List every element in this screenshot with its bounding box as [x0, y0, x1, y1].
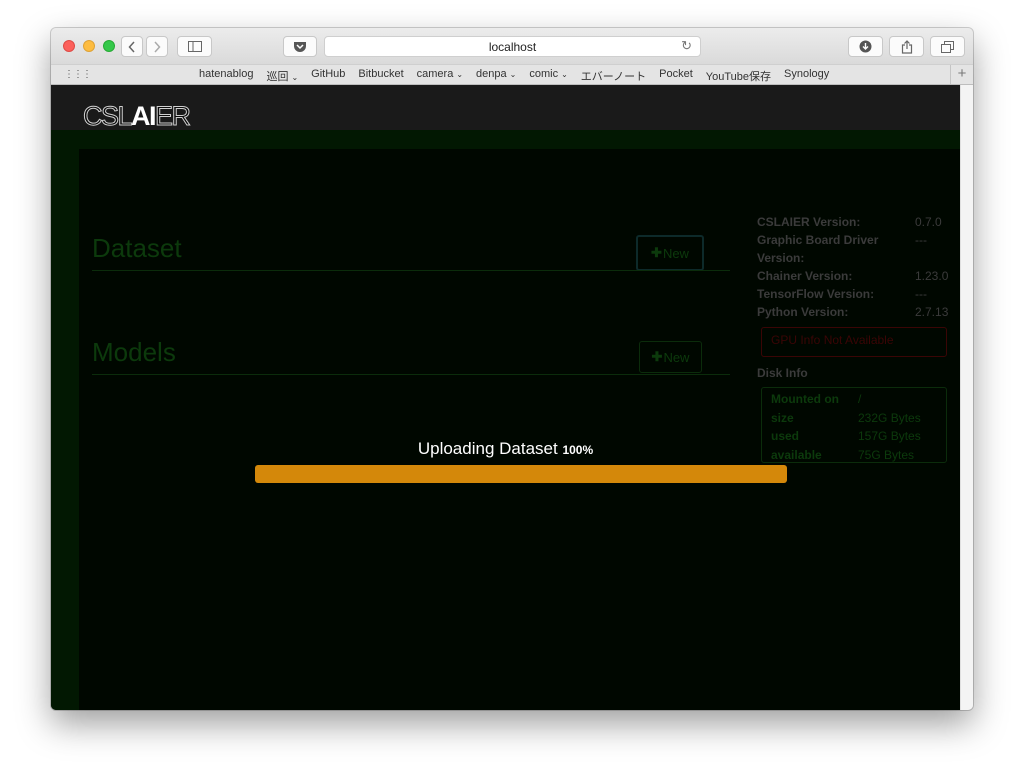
bookmark-item[interactable]: Synology: [784, 68, 829, 84]
bookmark-item[interactable]: エバーノート: [581, 68, 646, 84]
zoom-window-button[interactable]: [103, 40, 115, 52]
info-value: 1.23.0: [915, 269, 949, 283]
scrollbar[interactable]: [960, 85, 973, 710]
add-bookmark-icon[interactable]: +: [950, 65, 973, 84]
disk-key: Mounted on: [771, 392, 839, 406]
info-row: CSLAIER Version: 0.7.0: [757, 213, 957, 231]
models-divider: [92, 374, 730, 375]
pocket-icon: [294, 41, 306, 52]
chevron-down-icon: ⌄: [509, 70, 517, 79]
info-label: CSLAIER Version:: [757, 215, 861, 229]
models-title: Models: [92, 337, 176, 367]
back-button[interactable]: [121, 36, 143, 57]
upload-progress-bar: [255, 465, 787, 483]
gpu-info-alert: GPU Info Not Available: [761, 327, 947, 357]
info-row: Python Version: 2.7.13: [757, 303, 957, 321]
page-content: CSLAIER Dataset ✚ New Models ✚ New CSLAIER…: [51, 85, 960, 710]
title-bar: localhost ↻: [51, 28, 973, 64]
page-frame: Dataset ✚ New Models ✚ New CSLAIER Version…: [51, 130, 960, 710]
disk-info-title: Disk Info: [757, 366, 808, 380]
chevron-right-icon: [154, 40, 161, 53]
share-button[interactable]: [889, 36, 924, 57]
dataset-divider: [92, 270, 730, 271]
sidebar-icon: [187, 41, 202, 52]
info-value: ---: [915, 287, 927, 301]
info-label: Graphic Board Driver Version:: [757, 233, 879, 265]
bookmark-item[interactable]: denpa ⌄: [476, 68, 516, 84]
info-value: 0.7.0: [915, 215, 942, 229]
version-info: CSLAIER Version: 0.7.0 Graphic Board Drive…: [757, 213, 957, 321]
disk-row: size 232G Bytes: [771, 409, 946, 428]
pocket-button[interactable]: [283, 36, 317, 57]
disk-row: Mounted on /: [771, 390, 946, 409]
downloads-button[interactable]: [848, 36, 883, 57]
dataset-title: Dataset: [92, 233, 182, 263]
bookmark-item[interactable]: Bitbucket: [358, 68, 403, 84]
bookmark-item[interactable]: camera ⌄: [417, 68, 463, 84]
info-label: TensorFlow Version:: [757, 287, 875, 301]
disk-value: /: [858, 392, 862, 406]
info-label: Python Version:: [757, 305, 849, 319]
tabs-overview-button[interactable]: [930, 36, 965, 57]
bookmark-item[interactable]: GitHub: [311, 68, 345, 84]
info-value: ---: [915, 233, 927, 247]
info-row: Graphic Board Driver Version: ---: [757, 231, 957, 267]
plus-icon: ✚: [651, 245, 662, 260]
reload-icon[interactable]: ↻: [681, 38, 692, 54]
plus-icon: ✚: [651, 349, 663, 364]
upload-label: Uploading Dataset: [417, 439, 558, 458]
new-model-button[interactable]: ✚ New: [639, 341, 702, 373]
disk-value: 232G Bytes: [858, 410, 921, 425]
bookmark-item[interactable]: hatenablog: [199, 68, 253, 84]
bookmark-item[interactable]: comic ⌄: [529, 68, 567, 84]
address-bar[interactable]: localhost ↻: [324, 36, 701, 57]
chevron-left-icon: [128, 40, 135, 53]
info-value: 2.7.13: [915, 305, 949, 319]
disk-key: size: [771, 410, 794, 425]
tabs-icon: [941, 40, 954, 53]
progress-fill: [255, 465, 787, 483]
info-row: TensorFlow Version: ---: [757, 285, 957, 303]
url-text: localhost: [488, 40, 537, 54]
bookmark-item[interactable]: YouTube保存: [706, 68, 771, 84]
bookmark-item[interactable]: Pocket: [659, 68, 693, 84]
close-window-button[interactable]: [63, 40, 75, 52]
sidebar-button[interactable]: [177, 36, 212, 57]
browser-window: localhost ↻ ⋮⋮⋮ hatenablog 巡回 ⌄ GitHub Bitbu…: [51, 28, 973, 710]
chevron-down-icon: ⌄: [291, 73, 299, 82]
download-icon: [859, 40, 872, 53]
app-header: CSLAIER: [51, 85, 960, 132]
upload-status: Uploading Dataset 100%: [51, 439, 960, 459]
new-dataset-button[interactable]: ✚ New: [636, 235, 704, 271]
upload-percent: 100%: [562, 443, 594, 457]
chevron-down-icon: ⌄: [561, 70, 568, 79]
app-logo[interactable]: CSLAIER: [82, 101, 191, 132]
share-icon: [901, 39, 912, 54]
grid-icon[interactable]: ⋮⋮⋮: [64, 69, 92, 80]
forward-button[interactable]: [146, 36, 168, 57]
bookmarks-bar: ⋮⋮⋮ hatenablog 巡回 ⌄ GitHub Bitbucket camera ⌄ d…: [51, 64, 973, 85]
chevron-down-icon: ⌄: [456, 70, 464, 79]
main-panel: Dataset ✚ New Models ✚ New CSLAIER Version…: [79, 149, 960, 710]
bookmark-item[interactable]: 巡回 ⌄: [266, 68, 298, 84]
bookmark-list: hatenablog 巡回 ⌄ GitHub Bitbucket camera ⌄ denpa…: [199, 68, 829, 84]
info-label: Chainer Version:: [757, 269, 853, 283]
info-row: Chainer Version: 1.23.0: [757, 267, 957, 285]
minimize-window-button[interactable]: [83, 40, 95, 52]
